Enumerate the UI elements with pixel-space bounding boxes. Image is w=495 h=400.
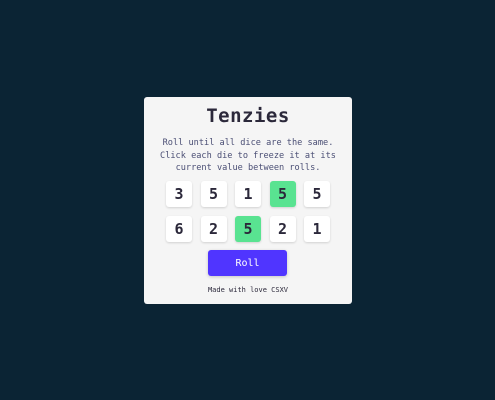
- dice-container: 3 5 1 5 5 6 2 5 2 1: [166, 181, 330, 242]
- die-1[interactable]: 3: [166, 181, 192, 207]
- die-10[interactable]: 1: [304, 216, 330, 242]
- footer-credit: Made with love CSXV: [207, 286, 289, 294]
- die-9[interactable]: 2: [269, 216, 296, 242]
- game-card: Tenzies Roll until all dice are the same…: [144, 97, 352, 304]
- game-instructions: Roll until all dice are the same. Click …: [160, 138, 336, 173]
- die-8[interactable]: 5: [235, 216, 261, 242]
- die-3[interactable]: 1: [235, 181, 261, 207]
- die-5[interactable]: 5: [304, 181, 330, 207]
- page-background: Tenzies Roll until all dice are the same…: [0, 0, 495, 400]
- die-6[interactable]: 6: [166, 216, 192, 242]
- die-7[interactable]: 2: [200, 216, 227, 242]
- roll-button[interactable]: Roll: [208, 250, 287, 276]
- game-title: Tenzies: [206, 105, 290, 127]
- die-4[interactable]: 5: [269, 181, 296, 207]
- die-2[interactable]: 5: [200, 181, 227, 207]
